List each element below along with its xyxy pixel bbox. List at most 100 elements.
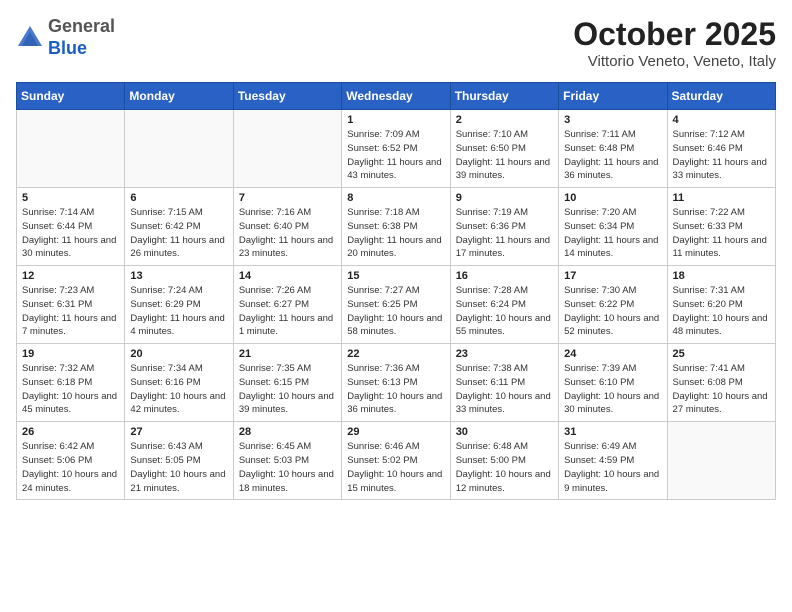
calendar-day-cell: 18 Sunrise: 7:31 AM Sunset: 6:20 PM Dayli… xyxy=(667,266,775,344)
calendar-day-cell: 1Sunrise: 7:09 AM Sunset: 6:52 PM Daylig… xyxy=(342,110,450,188)
day-number: 27 xyxy=(130,426,227,438)
day-number: 8 xyxy=(347,192,444,204)
day-info: Sunrise: 7:31 AM Sunset: 6:20 PM Dayligh… xyxy=(673,284,770,339)
day-info: Sunrise: 7:34 AM Sunset: 6:16 PM Dayligh… xyxy=(130,362,227,417)
day-number: 3 xyxy=(564,114,661,126)
title-block: October 2025 Vittorio Veneto, Veneto, It… xyxy=(573,16,776,70)
day-number: 16 xyxy=(456,270,553,282)
day-number: 21 xyxy=(239,348,336,360)
day-number: 5 xyxy=(22,192,119,204)
day-number: 7 xyxy=(239,192,336,204)
calendar-week-row: 12Sunrise: 7:23 AM Sunset: 6:31 PM Dayli… xyxy=(17,266,776,344)
day-info: Sunrise: 7:38 AM Sunset: 6:11 PM Dayligh… xyxy=(456,362,553,417)
calendar-week-row: 5 Sunrise: 7:14 AM Sunset: 6:44 PM Daylig… xyxy=(17,188,776,266)
day-number: 9 xyxy=(456,192,553,204)
weekday-header: Monday xyxy=(125,83,233,110)
day-info: Sunrise: 6:46 AM Sunset: 5:02 PM Dayligh… xyxy=(347,440,444,495)
calendar-day-cell: 27 Sunrise: 6:43 AM Sunset: 5:05 PM Dayli… xyxy=(125,422,233,500)
calendar-day-cell: 17 Sunrise: 7:30 AM Sunset: 6:22 PM Dayli… xyxy=(559,266,667,344)
calendar-day-cell xyxy=(17,110,125,188)
day-number: 13 xyxy=(130,270,227,282)
calendar-day-cell: 19 Sunrise: 7:32 AM Sunset: 6:18 PM Dayli… xyxy=(17,344,125,422)
day-number: 18 xyxy=(673,270,770,282)
calendar-day-cell: 15 Sunrise: 7:27 AM Sunset: 6:25 PM Dayli… xyxy=(342,266,450,344)
calendar-day-cell: 9 Sunrise: 7:19 AM Sunset: 6:36 PM Daylig… xyxy=(450,188,558,266)
calendar-day-cell: 24 Sunrise: 7:39 AM Sunset: 6:10 PM Dayli… xyxy=(559,344,667,422)
day-info: Sunrise: 7:24 AM Sunset: 6:29 PM Dayligh… xyxy=(130,284,227,339)
logo-text: General Blue xyxy=(48,16,115,59)
day-info: Sunrise: 7:22 AM Sunset: 6:33 PM Dayligh… xyxy=(673,206,770,261)
month-title: October 2025 xyxy=(573,16,776,53)
day-number: 4 xyxy=(673,114,770,126)
day-info: Sunrise: 7:39 AM Sunset: 6:10 PM Dayligh… xyxy=(564,362,661,417)
calendar-week-row: 19 Sunrise: 7:32 AM Sunset: 6:18 PM Dayli… xyxy=(17,344,776,422)
day-info: Sunrise: 7:10 AM Sunset: 6:50 PM Dayligh… xyxy=(456,128,553,183)
calendar-day-cell: 10Sunrise: 7:20 AM Sunset: 6:34 PM Dayli… xyxy=(559,188,667,266)
calendar-day-cell: 5 Sunrise: 7:14 AM Sunset: 6:44 PM Daylig… xyxy=(17,188,125,266)
day-number: 12 xyxy=(22,270,119,282)
day-number: 31 xyxy=(564,426,661,438)
calendar-day-cell: 14Sunrise: 7:26 AM Sunset: 6:27 PM Dayli… xyxy=(233,266,341,344)
day-number: 30 xyxy=(456,426,553,438)
day-number: 10 xyxy=(564,192,661,204)
day-info: Sunrise: 7:12 AM Sunset: 6:46 PM Dayligh… xyxy=(673,128,770,183)
calendar-week-row: 26 Sunrise: 6:42 AM Sunset: 5:06 PM Dayli… xyxy=(17,422,776,500)
day-number: 25 xyxy=(673,348,770,360)
day-number: 19 xyxy=(22,348,119,360)
day-info: Sunrise: 6:43 AM Sunset: 5:05 PM Dayligh… xyxy=(130,440,227,495)
logo-blue: Blue xyxy=(48,38,87,58)
day-info: Sunrise: 7:11 AM Sunset: 6:48 PM Dayligh… xyxy=(564,128,661,183)
calendar-day-cell: 16Sunrise: 7:28 AM Sunset: 6:24 PM Dayli… xyxy=(450,266,558,344)
day-info: Sunrise: 7:16 AM Sunset: 6:40 PM Dayligh… xyxy=(239,206,336,261)
logo-icon xyxy=(16,24,44,52)
day-number: 6 xyxy=(130,192,227,204)
day-info: Sunrise: 7:18 AM Sunset: 6:38 PM Dayligh… xyxy=(347,206,444,261)
calendar-day-cell: 31 Sunrise: 6:49 AM Sunset: 4:59 PM Dayli… xyxy=(559,422,667,500)
weekday-header: Sunday xyxy=(17,83,125,110)
logo-general: General xyxy=(48,16,115,36)
calendar-day-cell: 7 Sunrise: 7:16 AM Sunset: 6:40 PM Daylig… xyxy=(233,188,341,266)
calendar-day-cell: 6 Sunrise: 7:15 AM Sunset: 6:42 PM Daylig… xyxy=(125,188,233,266)
day-info: Sunrise: 7:41 AM Sunset: 6:08 PM Dayligh… xyxy=(673,362,770,417)
day-info: Sunrise: 6:49 AM Sunset: 4:59 PM Dayligh… xyxy=(564,440,661,495)
calendar-day-cell: 25 Sunrise: 7:41 AM Sunset: 6:08 PM Dayli… xyxy=(667,344,775,422)
day-info: Sunrise: 6:48 AM Sunset: 5:00 PM Dayligh… xyxy=(456,440,553,495)
day-info: Sunrise: 7:27 AM Sunset: 6:25 PM Dayligh… xyxy=(347,284,444,339)
day-number: 17 xyxy=(564,270,661,282)
calendar-day-cell: 28Sunrise: 6:45 AM Sunset: 5:03 PM Dayli… xyxy=(233,422,341,500)
weekday-header: Friday xyxy=(559,83,667,110)
day-number: 29 xyxy=(347,426,444,438)
day-info: Sunrise: 7:36 AM Sunset: 6:13 PM Dayligh… xyxy=(347,362,444,417)
day-info: Sunrise: 7:32 AM Sunset: 6:18 PM Dayligh… xyxy=(22,362,119,417)
calendar-day-cell: 23 Sunrise: 7:38 AM Sunset: 6:11 PM Dayli… xyxy=(450,344,558,422)
day-info: Sunrise: 7:30 AM Sunset: 6:22 PM Dayligh… xyxy=(564,284,661,339)
day-info: Sunrise: 7:15 AM Sunset: 6:42 PM Dayligh… xyxy=(130,206,227,261)
calendar-day-cell: 8 Sunrise: 7:18 AM Sunset: 6:38 PM Daylig… xyxy=(342,188,450,266)
calendar-day-cell: 12Sunrise: 7:23 AM Sunset: 6:31 PM Dayli… xyxy=(17,266,125,344)
day-info: Sunrise: 7:35 AM Sunset: 6:15 PM Dayligh… xyxy=(239,362,336,417)
calendar-day-cell: 21 Sunrise: 7:35 AM Sunset: 6:15 PM Dayli… xyxy=(233,344,341,422)
day-number: 26 xyxy=(22,426,119,438)
weekday-header: Tuesday xyxy=(233,83,341,110)
weekday-header: Wednesday xyxy=(342,83,450,110)
day-number: 22 xyxy=(347,348,444,360)
weekday-header: Saturday xyxy=(667,83,775,110)
page-header: General Blue October 2025 Vittorio Venet… xyxy=(16,16,776,70)
calendar-table: SundayMondayTuesdayWednesdayThursdayFrid… xyxy=(16,82,776,500)
day-number: 15 xyxy=(347,270,444,282)
day-number: 2 xyxy=(456,114,553,126)
day-number: 1 xyxy=(347,114,444,126)
calendar-day-cell: 30 Sunrise: 6:48 AM Sunset: 5:00 PM Dayli… xyxy=(450,422,558,500)
day-number: 23 xyxy=(456,348,553,360)
day-info: Sunrise: 7:26 AM Sunset: 6:27 PM Dayligh… xyxy=(239,284,336,339)
day-number: 24 xyxy=(564,348,661,360)
day-info: Sunrise: 7:14 AM Sunset: 6:44 PM Dayligh… xyxy=(22,206,119,261)
day-number: 28 xyxy=(239,426,336,438)
day-info: Sunrise: 6:42 AM Sunset: 5:06 PM Dayligh… xyxy=(22,440,119,495)
calendar-day-cell: 20Sunrise: 7:34 AM Sunset: 6:16 PM Dayli… xyxy=(125,344,233,422)
day-number: 11 xyxy=(673,192,770,204)
logo: General Blue xyxy=(16,16,115,59)
calendar-day-cell: 3 Sunrise: 7:11 AM Sunset: 6:48 PM Daylig… xyxy=(559,110,667,188)
calendar-day-cell: 26 Sunrise: 6:42 AM Sunset: 5:06 PM Dayli… xyxy=(17,422,125,500)
day-info: Sunrise: 7:19 AM Sunset: 6:36 PM Dayligh… xyxy=(456,206,553,261)
